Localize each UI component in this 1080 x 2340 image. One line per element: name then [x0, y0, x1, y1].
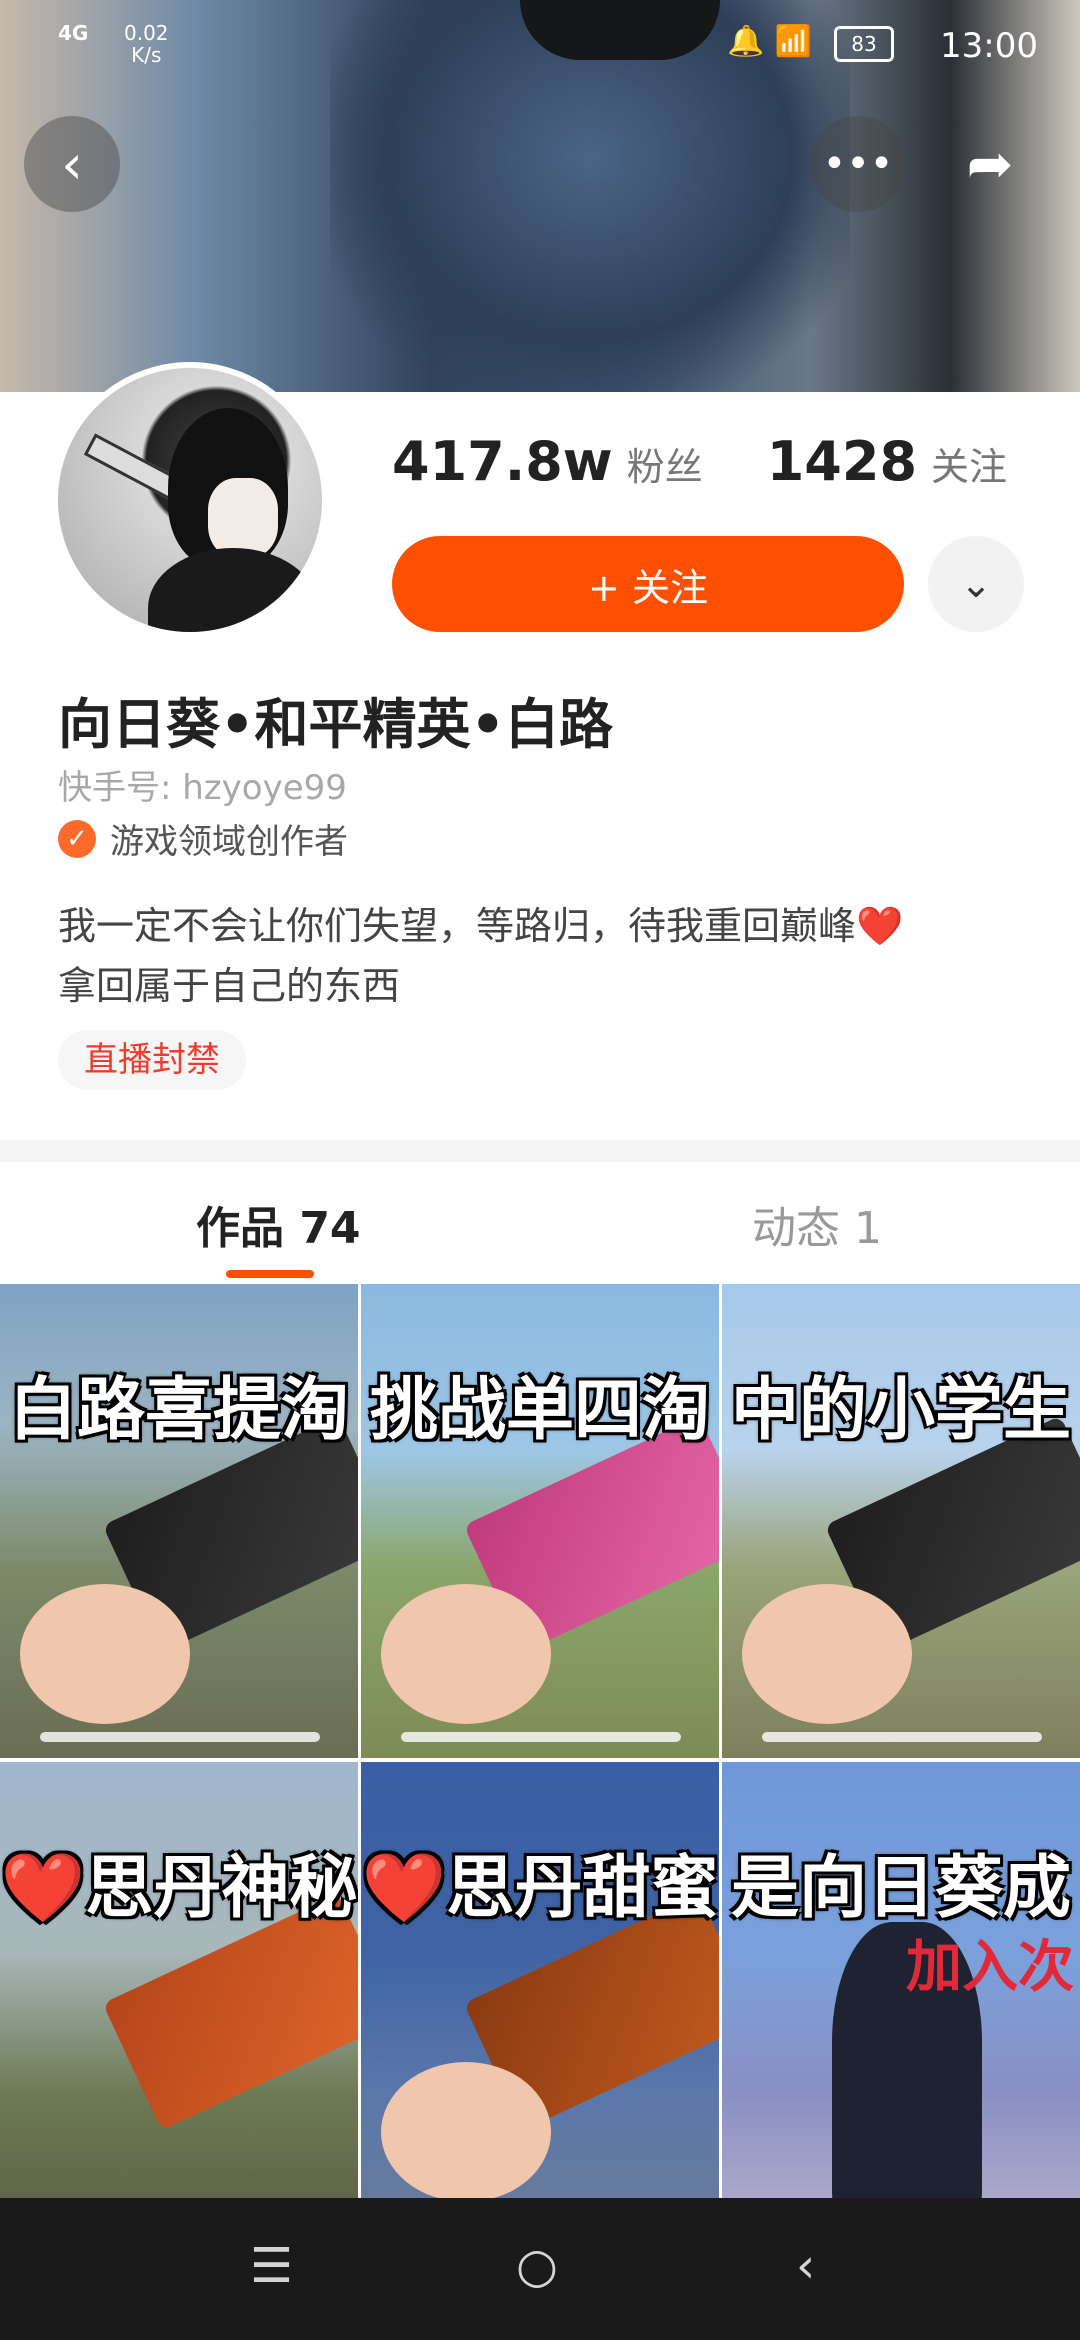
network-status: 4G	[58, 22, 88, 44]
profile-stats: 417.8w 粉丝 1428 关注	[392, 430, 1007, 493]
verification-row: ✓ 游戏领域创作者	[58, 814, 348, 863]
avatar-face	[208, 478, 278, 558]
bio-line-2: 拿回属于自己的东西	[58, 964, 401, 1008]
video-grid: 白路喜提淘 挑战单四淘 中的小学生 ❤️思丹神秘 ❤️思丹甜蜜 是向日葵成 加入…	[0, 1284, 1080, 2236]
followers-label[interactable]: 粉丝	[627, 436, 703, 491]
video-subcaption: 加入次	[906, 1935, 1074, 2000]
bio-line-1: 我一定不会让你们失望，等路归，待我重回巅峰❤️	[58, 904, 904, 948]
more-button[interactable]: •••	[810, 116, 906, 212]
hand-graphic	[742, 1584, 912, 1724]
video-caption: ❤️思丹甜蜜	[361, 1849, 719, 1928]
video-thumbnail[interactable]: 中的小学生	[722, 1284, 1080, 1758]
bell-icon: 🔔	[727, 24, 775, 59]
hud-bar	[762, 1732, 1042, 1742]
video-caption: 白路喜提淘	[8, 1371, 349, 1450]
profile-bio: 我一定不会让你们失望，等路归，待我重回巅峰❤️ 拿回属于自己的东西	[58, 896, 1018, 1016]
followers-count[interactable]: 417.8w	[392, 430, 613, 493]
share-arrow-icon: ➦	[966, 131, 1014, 197]
hand-graphic	[20, 1584, 190, 1724]
video-caption: 挑战单四淘	[369, 1371, 710, 1450]
network-type: 4G	[58, 21, 89, 45]
expand-recommend-button[interactable]: ⌄	[928, 536, 1024, 632]
hud-bar	[40, 1732, 320, 1742]
video-caption: 是向日葵成	[730, 1849, 1071, 1928]
back-triangle-icon[interactable]: ‹	[796, 2238, 815, 2294]
battery-indicator: 83	[834, 26, 894, 62]
network-speed: 0.02 K/s	[124, 22, 169, 66]
avatar[interactable]	[58, 368, 322, 632]
avatar-body	[148, 548, 318, 632]
following-count[interactable]: 1428	[767, 430, 917, 493]
hand-graphic	[381, 1584, 551, 1724]
profile-name: 向日葵•和平精英•白路	[58, 693, 614, 756]
home-circle-icon[interactable]: ○	[516, 2238, 558, 2294]
status-icons: 🔔📶	[727, 24, 822, 59]
video-caption: 中的小学生	[730, 1371, 1071, 1450]
wifi-icon: 📶	[774, 24, 822, 59]
video-thumbnail[interactable]: ❤️思丹神秘	[0, 1762, 358, 2236]
hud-bar	[401, 1732, 681, 1742]
kuaishou-id[interactable]: 快手号: hzyoye99	[58, 760, 347, 809]
tab-works[interactable]: 作品 74	[196, 1192, 361, 1256]
back-button[interactable]: ‹	[24, 116, 120, 212]
verification-label: 游戏领域创作者	[110, 822, 348, 862]
speed-value: 0.02	[124, 21, 169, 45]
video-thumbnail[interactable]: 挑战单四淘	[361, 1284, 719, 1758]
status-bar: 4G 0.02 K/s 🔔📶 83 13:00	[0, 0, 1080, 90]
active-tab-indicator	[226, 1270, 314, 1278]
video-thumbnail[interactable]: 白路喜提淘	[0, 1284, 358, 1758]
system-nav-bar: ☰ ○ ‹	[0, 2198, 1080, 2340]
speed-unit: K/s	[131, 43, 162, 67]
menu-icon[interactable]: ☰	[250, 2238, 293, 2294]
hand-graphic	[381, 2062, 551, 2202]
chevron-down-icon: ⌄	[960, 562, 992, 606]
verified-check-icon: ✓	[58, 819, 96, 858]
tab-moments[interactable]: 动态 1	[752, 1192, 882, 1256]
video-thumbnail[interactable]: ❤️思丹甜蜜	[361, 1762, 719, 2236]
live-ban-tag: 直播封禁	[58, 1030, 246, 1090]
clock: 13:00	[940, 26, 1038, 66]
video-thumbnail[interactable]: 是向日葵成 加入次	[722, 1762, 1080, 2236]
more-horizontal-icon: •••	[822, 141, 894, 187]
video-caption: ❤️思丹神秘	[0, 1849, 358, 1928]
chevron-left-icon: ‹	[61, 132, 83, 196]
share-button[interactable]: ➦	[942, 116, 1038, 212]
section-divider	[0, 1140, 1080, 1162]
follow-button[interactable]: + 关注	[392, 536, 904, 632]
following-label[interactable]: 关注	[931, 436, 1007, 491]
